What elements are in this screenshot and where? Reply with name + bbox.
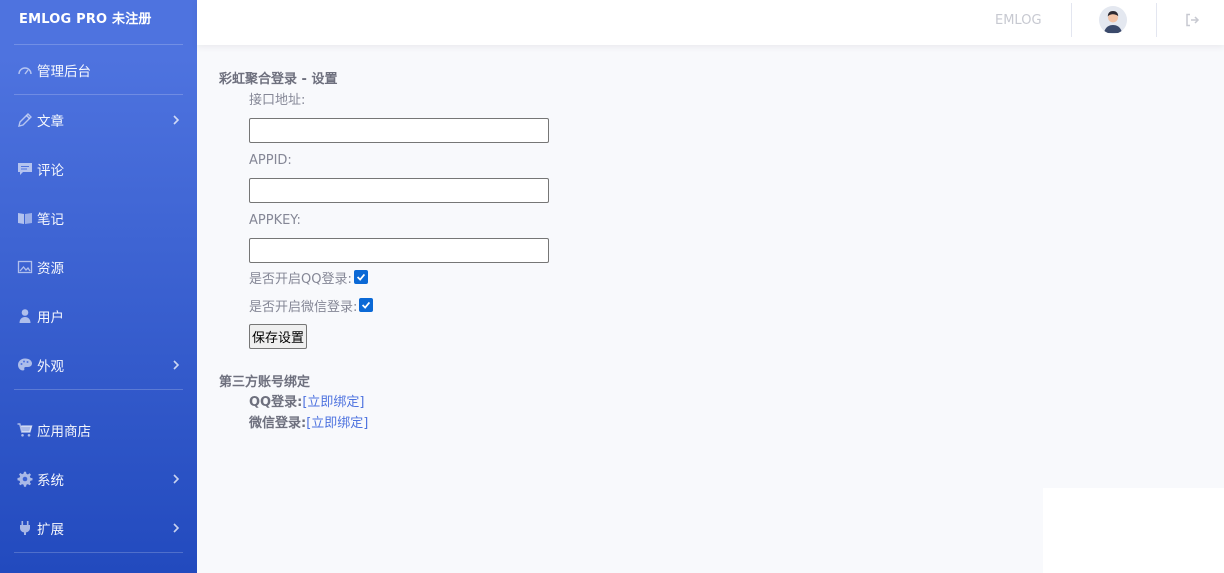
wechat-login-checkbox[interactable] (359, 298, 374, 312)
sidebar-item-label: 文章 (37, 113, 64, 130)
settings-title: 彩虹聚合登录 - 设置 (219, 72, 338, 87)
appkey-input[interactable] (249, 238, 549, 263)
avatar[interactable] (1099, 6, 1127, 34)
plug-icon (16, 519, 34, 537)
wechat-login-toggle-label: 是否开启微信登录: (249, 299, 358, 315)
chevron-right-icon (173, 522, 180, 533)
api-url-label: 接口地址: (249, 93, 306, 108)
qq-login-toggle-label: 是否开启QQ登录: (249, 271, 352, 287)
chevron-right-icon (173, 114, 180, 125)
sidebar-item-notes[interactable]: 笔记 (0, 193, 197, 242)
chevron-right-icon (173, 359, 180, 370)
settings-panel: 彩虹聚合登录 - 设置 接口地址: APPID: APPKEY: 是否开启QQ登… (219, 68, 549, 349)
sidebar-item-appearance[interactable]: 外观 (0, 340, 197, 389)
note-icon (16, 209, 34, 227)
sidebar-item-label: 评论 (37, 162, 64, 179)
sidebar-item-label: 资源 (37, 260, 64, 277)
wechat-binding-label: 微信登录: (249, 416, 307, 431)
appkey-label: APPKEY: (249, 213, 301, 228)
sidebar-item-comments[interactable]: 评论 (0, 144, 197, 193)
sidebar-item-label: 用户 (37, 309, 64, 326)
pencil-icon (16, 111, 34, 129)
appid-input[interactable] (249, 178, 549, 203)
topbar-divider (1156, 3, 1157, 37)
sidebar-item-app-store[interactable]: 应用商店 (0, 405, 197, 454)
sidebar-divider (14, 389, 183, 390)
wechat-bind-link[interactable]: [立即绑定] (306, 416, 368, 431)
sidebar-item-system[interactable]: 系统 (0, 454, 197, 503)
palette-icon (16, 356, 34, 374)
qq-bind-link[interactable]: [立即绑定] (302, 395, 364, 410)
sidebar-item-users[interactable]: 用户 (0, 291, 197, 340)
settings-form: 接口地址: APPID: APPKEY: 是否开启QQ登录: 是否开启微信登录:… (219, 91, 549, 349)
topbar-divider (1071, 3, 1072, 37)
image-icon (16, 258, 34, 276)
comment-icon (16, 160, 34, 178)
account-binding-section: 第三方账号绑定 QQ登录:[立即绑定] 微信登录:[立即绑定] (219, 371, 368, 434)
sidebar-item-label: 应用商店 (37, 423, 91, 440)
brand-title[interactable]: EMLOG PRO 未注册 (0, 0, 197, 44)
sidebar-item-label: 外观 (37, 358, 64, 375)
qq-login-toggle-row: 是否开启QQ登录: (249, 263, 549, 291)
api-url-input[interactable] (249, 118, 549, 143)
sidebar-item-label: 系统 (37, 472, 64, 489)
account-binding-title: 第三方账号绑定 (219, 375, 311, 390)
wechat-login-toggle-row: 是否开启微信登录: (249, 291, 549, 319)
qq-binding-label: QQ登录: (249, 395, 303, 410)
gear-icon (16, 470, 34, 488)
chevron-right-icon (173, 473, 180, 484)
save-settings-button[interactable]: 保存设置 (249, 324, 308, 349)
site-link[interactable]: EMLOG (995, 13, 1042, 28)
qq-login-checkbox[interactable] (353, 270, 368, 284)
sidebar-item-articles[interactable]: 文章 (0, 95, 197, 144)
sidebar-item-dashboard[interactable]: 管理后台 (0, 45, 197, 94)
sidebar-item-label: 管理后台 (37, 63, 91, 80)
sidebar-divider (14, 552, 183, 553)
sidebar-item-label: 扩展 (37, 521, 64, 538)
sidebar: EMLOG PRO 未注册 管理后台 文章 评论 笔记 资源 用户 外观 应用商… (0, 0, 197, 573)
sidebar-item-label: 笔记 (37, 211, 64, 228)
qq-binding-row: QQ登录:[立即绑定] (219, 392, 368, 413)
blank-overlay (1043, 488, 1224, 573)
sidebar-item-extensions[interactable]: 扩展 (0, 503, 197, 552)
wechat-binding-row: 微信登录:[立即绑定] (219, 413, 368, 434)
appid-label: APPID: (249, 153, 292, 168)
sidebar-item-media[interactable]: 资源 (0, 242, 197, 291)
logout-icon[interactable] (1184, 12, 1200, 28)
user-icon (16, 307, 34, 325)
cart-icon (16, 421, 34, 439)
dashboard-icon (16, 61, 34, 79)
topbar: EMLOG (197, 0, 1224, 45)
